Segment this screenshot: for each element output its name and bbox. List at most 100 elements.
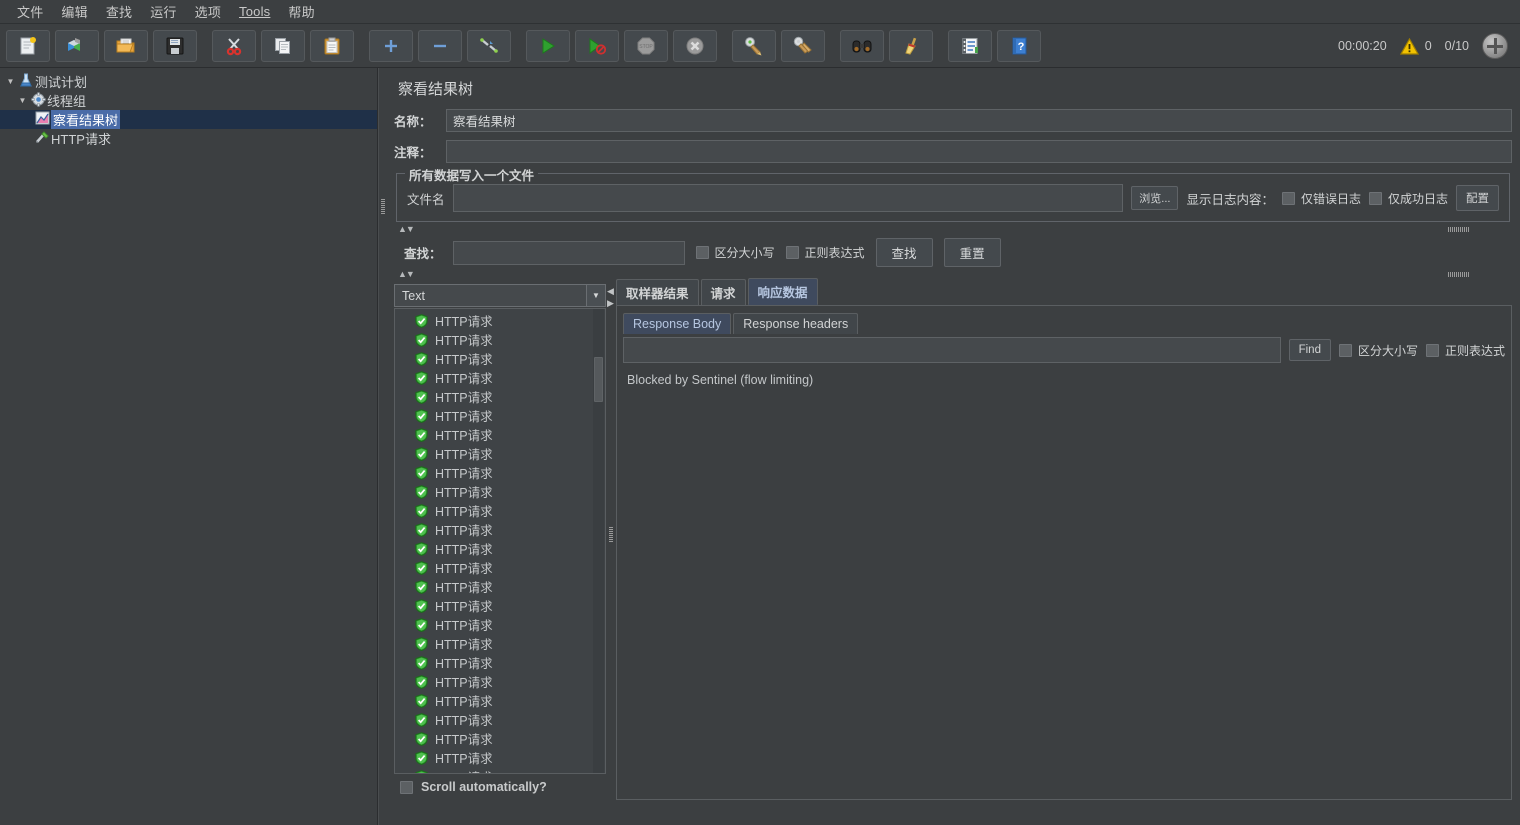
menu-options[interactable]: 选项 — [186, 0, 230, 23]
test-plan-tree[interactable]: ▼ 测试计划 ▼ — [0, 68, 378, 825]
open-button[interactable] — [104, 30, 148, 62]
templates-button[interactable] — [55, 30, 99, 62]
configure-button[interactable]: 配置 — [1456, 185, 1499, 211]
find-case-sensitive-checkbox[interactable] — [1339, 344, 1352, 357]
save-button[interactable] — [153, 30, 197, 62]
result-list-item[interactable]: HTTP请求 — [395, 558, 605, 577]
menu-tools[interactable]: Tools — [230, 2, 279, 21]
splitter-arrows-icon[interactable]: ▲▼ — [398, 269, 414, 279]
splitter-arrows-icon[interactable]: ▲▼ — [398, 224, 414, 234]
result-list-item[interactable]: HTTP请求 — [395, 406, 605, 425]
copy-button[interactable] — [261, 30, 305, 62]
tab-sampler-result[interactable]: 取样器结果 — [616, 279, 699, 305]
stop-button[interactable]: STOP — [624, 30, 668, 62]
name-input[interactable] — [446, 109, 1512, 132]
lower-horizontal-splitter[interactable]: ▲▼ — [396, 269, 1510, 280]
results-scrollbar-thumb[interactable] — [594, 357, 603, 402]
menu-help[interactable]: 帮助 — [279, 0, 323, 23]
tree-node-http-request[interactable]: HTTP请求 — [0, 129, 377, 148]
expand-button[interactable] — [369, 30, 413, 62]
result-list-item[interactable]: HTTP请求 — [395, 425, 605, 444]
clear-all-button[interactable] — [781, 30, 825, 62]
start-no-pauses-button[interactable] — [575, 30, 619, 62]
scroll-automatically-row[interactable]: Scroll automatically? — [394, 774, 606, 800]
chevron-down-icon[interactable]: ▼ — [586, 285, 605, 306]
result-list-item[interactable]: HTTP请求 — [395, 482, 605, 501]
results-tree-list[interactable]: HTTP请求HTTP请求HTTP请求HTTP请求HTTP请求HTTP请求HTTP… — [394, 308, 606, 774]
splitter-left-arrow-icon[interactable]: ◀ — [607, 286, 614, 297]
result-list-item[interactable]: HTTP请求 — [395, 463, 605, 482]
result-list-item[interactable]: HTTP请求 — [395, 691, 605, 710]
result-list-item[interactable]: HTTP请求 — [395, 349, 605, 368]
upper-horizontal-splitter[interactable]: ▲▼ — [396, 224, 1510, 235]
new-document-button[interactable] — [6, 30, 50, 62]
find-regex-checkbox-wrap[interactable]: 正则表达式 — [1426, 342, 1505, 359]
chevron-down-icon[interactable]: ▼ — [16, 96, 29, 105]
result-list-item[interactable]: HTTP请求 — [395, 634, 605, 653]
search-case-sensitive-checkbox[interactable] — [696, 246, 709, 259]
splitter-grip[interactable] — [1448, 227, 1470, 232]
result-list-item[interactable]: HTTP请求 — [395, 596, 605, 615]
result-list-item[interactable]: HTTP请求 — [395, 387, 605, 406]
main-vertical-splitter[interactable] — [378, 68, 386, 825]
result-list-item[interactable]: HTTP请求 — [395, 615, 605, 634]
search-regex-checkbox[interactable] — [786, 246, 799, 259]
result-list-item[interactable]: HTTP请求 — [395, 577, 605, 596]
result-list-item[interactable]: HTTP请求 — [395, 368, 605, 387]
result-list-item[interactable]: HTTP请求 — [395, 520, 605, 539]
result-list-item[interactable]: HTTP请求 — [395, 767, 605, 774]
find-button[interactable]: Find — [1289, 339, 1331, 361]
filename-input[interactable] — [453, 184, 1124, 212]
find-input[interactable] — [623, 337, 1281, 363]
tab-request[interactable]: 请求 — [701, 279, 746, 305]
subtab-response-headers[interactable]: Response headers — [733, 313, 858, 334]
errors-only-checkbox-wrap[interactable]: 仅错误日志 — [1282, 190, 1361, 207]
subtab-response-body[interactable]: Response Body — [623, 313, 731, 334]
result-list-item[interactable]: HTTP请求 — [395, 710, 605, 729]
menu-run[interactable]: 运行 — [141, 0, 185, 23]
splitter-grip[interactable] — [609, 526, 613, 542]
splitter-right-arrow-icon[interactable]: ▶ — [607, 298, 614, 309]
tree-node-thread-group[interactable]: ▼ 线程组 — [0, 91, 377, 110]
tab-response-data[interactable]: 响应数据 — [748, 278, 818, 305]
results-scrollbar[interactable] — [593, 309, 604, 773]
search-input[interactable] — [453, 241, 685, 265]
search-button[interactable] — [840, 30, 884, 62]
chevron-down-icon[interactable]: ▼ — [4, 77, 17, 86]
scroll-automatically-checkbox[interactable] — [400, 781, 413, 794]
results-vertical-splitter[interactable]: ◀ ▶ — [606, 284, 616, 800]
search-regex-checkbox-wrap[interactable]: 正则表达式 — [786, 244, 865, 261]
splitter-grip[interactable] — [1448, 272, 1470, 277]
result-list-item[interactable]: HTTP请求 — [395, 539, 605, 558]
help-button[interactable]: ? — [997, 30, 1041, 62]
find-regex-checkbox[interactable] — [1426, 344, 1439, 357]
response-body-text[interactable]: Blocked by Sentinel (flow limiting) — [623, 369, 1505, 793]
result-list-item[interactable]: HTTP请求 — [395, 672, 605, 691]
result-list-item[interactable]: HTTP请求 — [395, 311, 605, 330]
shutdown-button[interactable] — [673, 30, 717, 62]
find-case-checkbox-wrap[interactable]: 区分大小写 — [1339, 342, 1418, 359]
result-list-item[interactable]: HTTP请求 — [395, 501, 605, 520]
errors-only-checkbox[interactable] — [1282, 192, 1295, 205]
result-list-item[interactable]: HTTP请求 — [395, 330, 605, 349]
clear-button[interactable] — [732, 30, 776, 62]
result-list-item[interactable]: HTTP请求 — [395, 653, 605, 672]
menu-edit[interactable]: 编辑 — [52, 0, 96, 23]
comment-input[interactable] — [446, 140, 1512, 163]
result-list-item[interactable]: HTTP请求 — [395, 444, 605, 463]
menu-file[interactable]: 文件 — [8, 0, 52, 23]
toggle-button[interactable] — [467, 30, 511, 62]
renderer-select[interactable]: Text ▼ — [394, 284, 606, 307]
menu-search[interactable]: 查找 — [97, 0, 141, 23]
tree-node-test-plan[interactable]: ▼ 测试计划 — [0, 72, 377, 91]
tree-node-view-results-tree[interactable]: 察看结果树 — [0, 110, 377, 129]
result-list-item[interactable]: HTTP请求 — [395, 748, 605, 767]
browse-button[interactable]: 浏览... — [1131, 186, 1178, 210]
cut-button[interactable] — [212, 30, 256, 62]
search-find-button[interactable]: 查找 — [876, 238, 933, 267]
search-case-checkbox-wrap[interactable]: 区分大小写 — [696, 244, 775, 261]
splitter-grip[interactable] — [381, 198, 385, 214]
search-reset-button[interactable]: 重置 — [944, 238, 1001, 267]
paste-button[interactable] — [310, 30, 354, 62]
reset-search-button[interactable] — [889, 30, 933, 62]
